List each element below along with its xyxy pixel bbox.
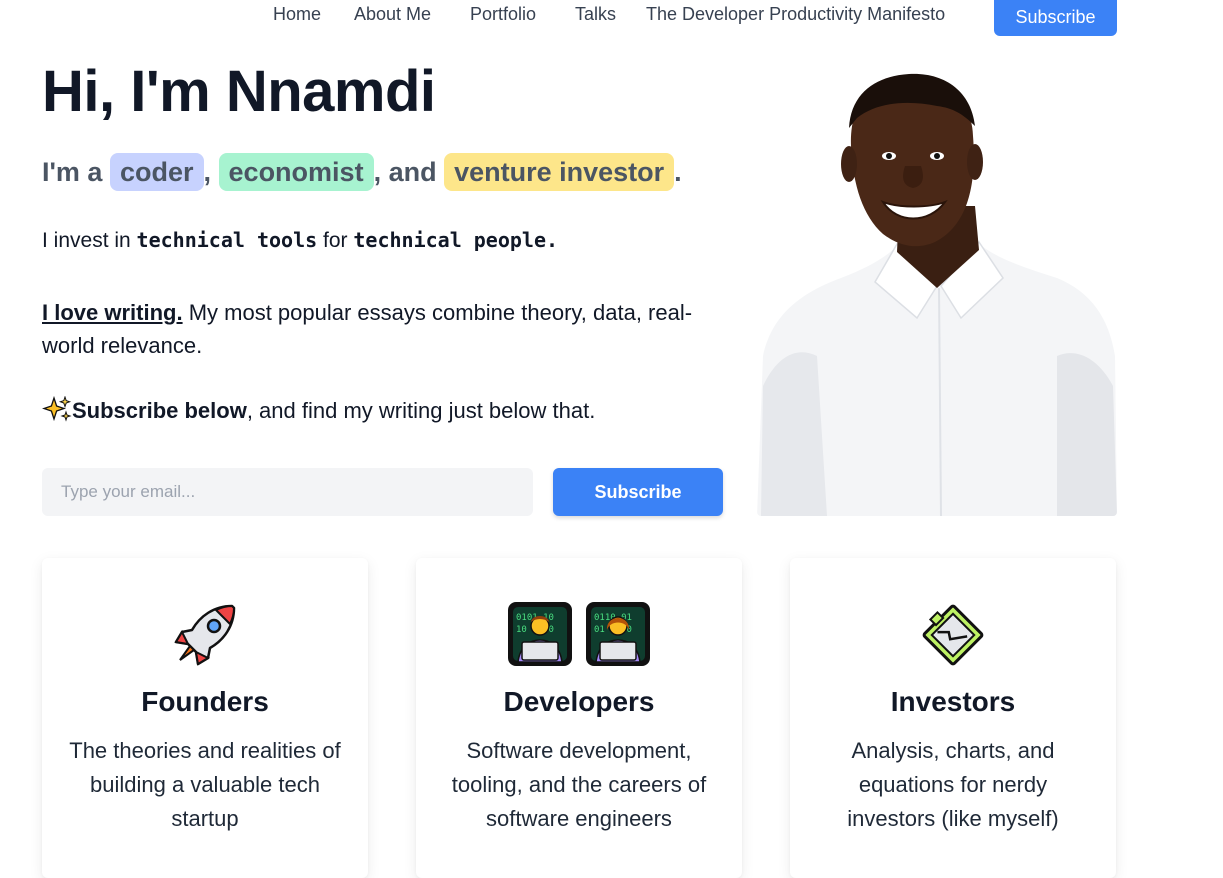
- rocket-icon: [42, 600, 368, 670]
- invest-bold-technical-tools: technical tools: [136, 228, 318, 252]
- role-chip-coder: coder: [109, 153, 204, 191]
- subscribe-below-text: Subscribe below: [72, 398, 247, 423]
- subscribe-prompt: Subscribe below, and find my writing jus…: [41, 395, 596, 424]
- nav-talks[interactable]: Talks: [575, 3, 616, 25]
- invest-bold-technical-people: technical people.: [353, 228, 559, 252]
- nav-manifesto[interactable]: The Developer Productivity Manifesto: [646, 3, 945, 25]
- tagline-prefix: I'm a: [42, 157, 103, 187]
- card-description: Analysis, charts, and equations for nerd…: [847, 738, 1059, 831]
- chart-paper-icon: [790, 600, 1116, 670]
- tagline-suffix: .: [674, 157, 682, 187]
- subscribe-rest-text: , and find my writing just below that.: [246, 398, 596, 423]
- top-nav: Home About Me Portfolio Talks The Develo…: [0, 0, 1223, 36]
- profile-photo: [757, 56, 1117, 516]
- invest-text-1: I invest in: [42, 229, 137, 252]
- invest-statement: I invest in technical tools for technica…: [42, 228, 558, 253]
- nav-about-me[interactable]: About Me: [354, 3, 431, 25]
- tagline-sep2: , and: [373, 157, 437, 187]
- invest-text-2: for: [317, 229, 354, 252]
- tagline-sep1: ,: [203, 157, 212, 187]
- card-title: Developers: [503, 686, 655, 717]
- card-description: Software development, tooling, and the c…: [451, 738, 707, 831]
- card-description: The theories and realities of building a…: [69, 738, 341, 831]
- role-chip-economist: economist: [218, 153, 374, 191]
- nav-portfolio[interactable]: Portfolio: [470, 3, 536, 25]
- card-title: Investors: [890, 686, 1016, 717]
- writing-paragraph: I love writing. My most popular essays c…: [42, 296, 722, 362]
- nav-subscribe-button[interactable]: Subscribe: [994, 0, 1117, 36]
- card-developers[interactable]: 0101 10 10 0110 0110 01 01 1010 Develope…: [416, 558, 742, 878]
- email-input[interactable]: [42, 468, 533, 516]
- tagline: I'm a coder, economist, and venture inve…: [42, 150, 682, 194]
- role-chip-venture-investor: venture investor: [444, 153, 675, 191]
- email-subscribe-button[interactable]: Subscribe: [553, 468, 723, 516]
- page-title: Hi, I'm Nnamdi: [42, 59, 436, 124]
- card-title: Founders: [141, 686, 269, 717]
- love-writing-link[interactable]: I love writing.: [42, 300, 183, 325]
- nav-home[interactable]: Home: [273, 3, 321, 25]
- card-founders[interactable]: Founders The theories and realities of b…: [42, 558, 368, 878]
- technologist-icon: 0101 10 10 0110 0110 01 01 1010: [416, 600, 742, 670]
- sparkles-icon: [41, 395, 72, 422]
- card-investors[interactable]: Investors Analysis, charts, and equation…: [790, 558, 1116, 878]
